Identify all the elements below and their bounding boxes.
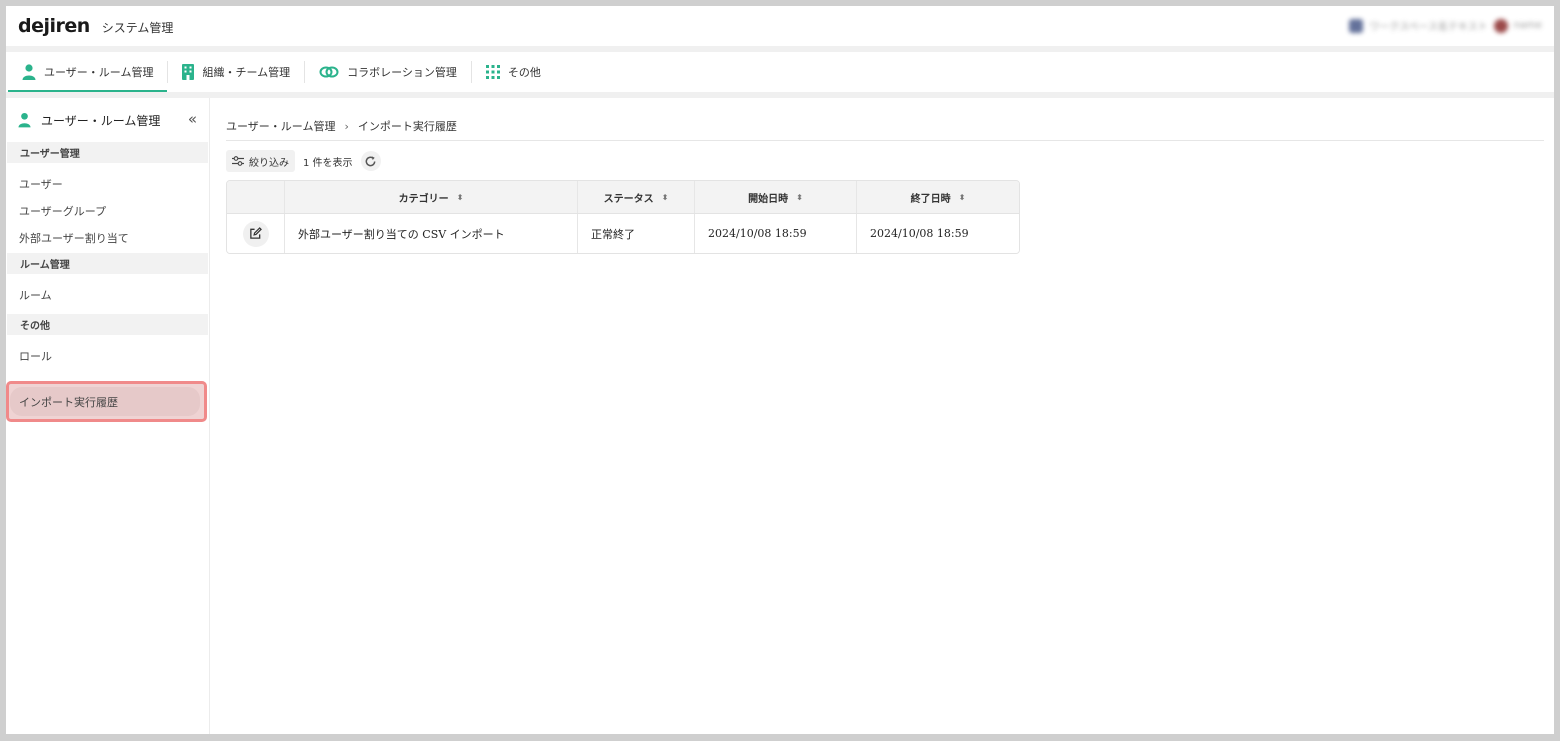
sidebar-item-label: インポート実行履歴 <box>19 395 118 409</box>
sidebar-item-roles[interactable]: ロール <box>6 342 209 369</box>
header-cell-start-time[interactable]: 開始日時 ⬍ <box>695 181 857 213</box>
cell-end-time: 2024/10/08 18:59 <box>870 227 969 240</box>
breadcrumb-current: インポート実行履歴 <box>357 120 457 133</box>
main-content: ユーザー・ルーム管理 › インポート実行履歴 絞り込み 1 件を表示 カテゴリー… <box>226 98 1546 734</box>
refresh-button[interactable] <box>360 151 381 171</box>
top-header: dejiren システム管理 ワークスペース名テキスト name <box>6 6 1554 46</box>
cell-category: 外部ユーザー割り当ての CSV インポート <box>285 214 578 253</box>
column-label: 開始日時 <box>748 193 789 205</box>
person-icon <box>18 112 31 128</box>
main-tab-nav: ユーザー・ルーム管理 組織・チーム管理 コラボレーション管理 その他 <box>6 52 1554 92</box>
link-icon <box>319 66 339 78</box>
tab-label: コラボレーション管理 <box>347 66 457 79</box>
list-toolbar: 絞り込み 1 件を表示 <box>226 150 381 172</box>
sidebar-section-room: ルーム管理 <box>7 253 208 274</box>
tab-other[interactable]: その他 <box>472 52 555 92</box>
filter-label: 絞り込み <box>249 157 289 169</box>
sort-icon[interactable]: ⬍ <box>959 193 966 202</box>
table-header-row: カテゴリー ⬍ ステータス ⬍ 開始日時 ⬍ 終了日時 ⬍ <box>227 181 1019 214</box>
building-icon <box>182 64 195 80</box>
cell-status: 正常終了 <box>578 214 695 253</box>
tab-label: その他 <box>507 66 541 79</box>
sidebar-title: ユーザー・ルーム管理 <box>41 113 161 128</box>
sort-icon[interactable]: ⬍ <box>796 193 803 202</box>
import-history-table: カテゴリー ⬍ ステータス ⬍ 開始日時 ⬍ 終了日時 ⬍ 外部ユーザー割り当て… <box>226 180 1020 254</box>
sidebar-item-user-groups[interactable]: ユーザーグループ <box>6 197 209 224</box>
sort-icon[interactable]: ⬍ <box>662 193 669 202</box>
header-cell-category[interactable]: カテゴリー ⬍ <box>285 181 578 213</box>
sidebar: ユーザー・ルーム管理 « ユーザー管理 ユーザー ユーザーグループ 外部ユーザー… <box>6 98 210 734</box>
breadcrumb-divider <box>226 140 1544 141</box>
sidebar-section-user: ユーザー管理 <box>7 142 208 163</box>
collapse-sidebar-icon[interactable]: « <box>188 110 197 128</box>
edit-button[interactable] <box>242 220 269 247</box>
workspace-icon <box>1349 18 1364 33</box>
tab-label: ユーザー・ルーム管理 <box>44 66 154 79</box>
avatar <box>1493 18 1508 33</box>
refresh-icon <box>365 155 376 166</box>
sidebar-item-import-history[interactable]: インポート実行履歴 <box>10 387 200 416</box>
tab-label: 組織・チーム管理 <box>202 66 291 79</box>
sort-icon[interactable]: ⬍ <box>457 193 464 202</box>
sidebar-item-rooms[interactable]: ルーム <box>6 281 209 308</box>
chevron-right-icon: › <box>344 119 349 133</box>
workspace-name: ワークスペース名テキスト <box>1369 22 1488 33</box>
column-label: ステータス <box>603 193 654 205</box>
row-action-cell <box>227 214 285 253</box>
header-cell-end-time[interactable]: 終了日時 ⬍ <box>857 181 1019 213</box>
header-cell-action <box>227 181 285 213</box>
app-title: システム管理 <box>101 20 174 35</box>
breadcrumb-parent[interactable]: ユーザー・ルーム管理 <box>226 118 335 134</box>
filter-button[interactable]: 絞り込み <box>226 150 295 172</box>
table-row[interactable]: 外部ユーザー割り当ての CSV インポート 正常終了 2024/10/08 18… <box>227 214 1019 253</box>
tab-collaboration[interactable]: コラボレーション管理 <box>305 52 471 92</box>
breadcrumb: ユーザー・ルーム管理 › インポート実行履歴 <box>226 118 457 134</box>
sidebar-item-external-user-assignment[interactable]: 外部ユーザー割り当て <box>6 224 209 251</box>
app-window: dejiren システム管理 ワークスペース名テキスト name ユーザー・ルー… <box>6 6 1554 734</box>
tab-org-team[interactable]: 組織・チーム管理 <box>168 52 304 92</box>
result-count: 1 件を表示 <box>303 157 353 169</box>
sidebar-item-users[interactable]: ユーザー <box>6 170 209 197</box>
column-label: 終了日時 <box>910 193 951 205</box>
sidebar-section-other: その他 <box>7 314 208 335</box>
highlight-annotation: インポート実行履歴 <box>6 381 207 422</box>
edit-icon <box>250 227 262 239</box>
person-icon <box>22 64 36 80</box>
user-menu[interactable]: ワークスペース名テキスト name <box>1349 18 1542 33</box>
column-label: カテゴリー <box>398 193 449 205</box>
dejiren-logo[interactable]: dejiren <box>18 15 90 37</box>
tab-user-room[interactable]: ユーザー・ルーム管理 <box>8 52 168 92</box>
user-name: name <box>1513 20 1542 31</box>
sliders-icon <box>232 156 244 166</box>
sidebar-header: ユーザー・ルーム管理 « <box>6 98 209 142</box>
header-cell-status[interactable]: ステータス ⬍ <box>578 181 695 213</box>
cell-start-time: 2024/10/08 18:59 <box>695 214 857 253</box>
grid-icon <box>485 65 500 79</box>
